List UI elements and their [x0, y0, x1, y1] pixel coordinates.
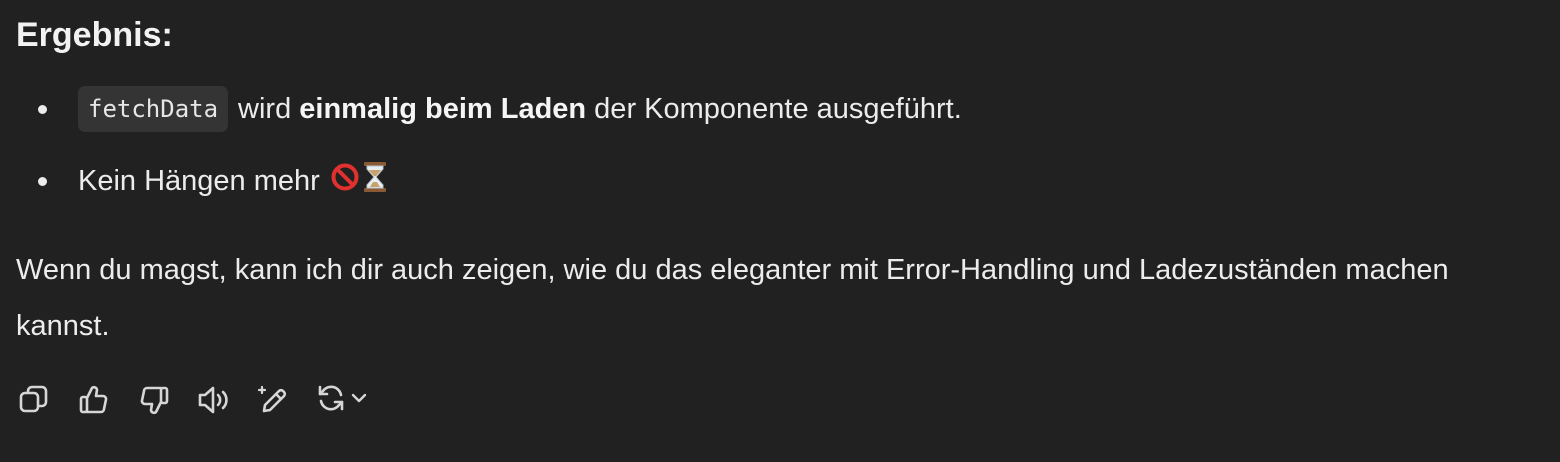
- message-action-bar: [14, 380, 370, 420]
- bullet-dot: [38, 177, 47, 186]
- response-heading: Ergebnis:: [16, 16, 173, 54]
- regenerate-button[interactable]: [314, 380, 370, 420]
- bullet-text-before: wird: [238, 92, 300, 125]
- hourglass-emoji: [362, 161, 388, 201]
- chevron-down-icon: [348, 387, 370, 414]
- bullet-strong-text: einmalig beim Laden: [299, 92, 587, 125]
- bullet-text-after: der Komponente ausgeführt.: [586, 92, 962, 125]
- thumbs-up-icon: [77, 383, 111, 417]
- list-item: fetchData wird einmalig beim Laden der K…: [0, 80, 962, 138]
- result-list: fetchData wird einmalig beim Laden der K…: [0, 80, 962, 210]
- copy-icon: [17, 383, 51, 417]
- inline-code: fetchData: [78, 86, 229, 132]
- edit-sparkle-icon: [256, 383, 292, 417]
- good-response-button[interactable]: [74, 380, 114, 420]
- speaker-icon: [196, 383, 232, 417]
- regenerate-icon: [314, 381, 348, 420]
- response-paragraph: Wenn du magst, kann ich dir auch zeigen,…: [16, 254, 1449, 342]
- thumbs-down-icon: [137, 383, 171, 417]
- copy-button[interactable]: [14, 380, 54, 420]
- edit-in-canvas-button[interactable]: [254, 380, 294, 420]
- bullet-text: Kein Hängen mehr: [78, 164, 320, 197]
- bad-response-button[interactable]: [134, 380, 174, 420]
- read-aloud-button[interactable]: [194, 380, 234, 420]
- list-item: Kein Hängen mehr: [0, 152, 962, 210]
- emoji-group: [330, 161, 388, 201]
- no-entry-sign-emoji: [330, 162, 360, 200]
- bullet-dot: [38, 105, 47, 114]
